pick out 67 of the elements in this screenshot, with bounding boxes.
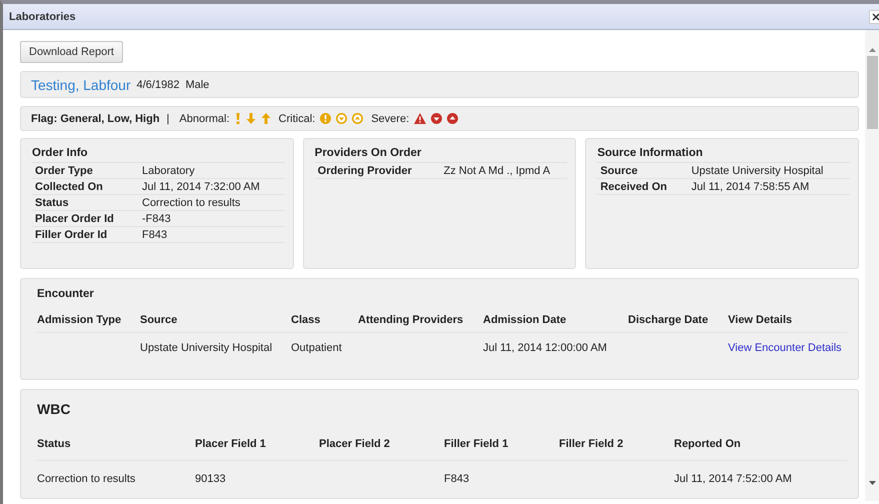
down-circle-icon	[336, 113, 348, 124]
panel-title: Order Info	[32, 147, 285, 163]
field-value: Upstate University Hospital	[691, 165, 824, 177]
column-header: Placer Field 1	[195, 438, 267, 450]
down-circle-icon	[431, 113, 442, 124]
exclamation-circle-icon	[320, 113, 332, 124]
section-title: WBC	[37, 401, 72, 417]
column-header: View Details	[728, 314, 793, 326]
field-label: Filler Order Id	[35, 229, 108, 241]
table-cell: 90133	[195, 473, 226, 485]
scroll-up-icon[interactable]	[868, 48, 876, 52]
scrollbar[interactable]	[865, 30, 879, 501]
column-header: Status	[37, 438, 72, 450]
panel-title: Providers On Order	[314, 147, 568, 163]
field-value: Jul 11, 2014 7:58:55 AM	[691, 181, 810, 193]
field-label: Status	[35, 197, 70, 209]
field-value: Correction to results	[142, 197, 240, 209]
section-title: Encounter	[37, 288, 95, 300]
down-arrow-icon	[246, 113, 256, 124]
column-header: Attending Providers	[358, 314, 464, 326]
column-header: Filler Field 1	[444, 438, 510, 450]
table-cell: Outpatient	[291, 342, 342, 354]
download-report-button[interactable]: Download Report	[20, 41, 123, 63]
close-button[interactable]	[869, 10, 879, 24]
field-value: -F843	[142, 213, 171, 225]
field-label: Received On	[600, 181, 668, 193]
column-header: Placer Field 2	[319, 438, 391, 450]
flag-group-label: Severe:	[371, 112, 410, 124]
birth-date: 4/6/1982	[136, 78, 180, 90]
column-header: Filler Field 2	[559, 438, 624, 450]
column-header: Admission Type	[37, 314, 122, 326]
view-encounter-details-link[interactable]: View Encounter Details	[728, 342, 842, 354]
scrollbar-thumb[interactable]	[866, 56, 878, 129]
column-header: Admission Date	[483, 314, 568, 326]
up-circle-icon	[447, 113, 458, 124]
column-header: Class	[291, 314, 322, 326]
field-value: Jul 11, 2014 7:32:00 AM	[142, 181, 260, 193]
table-cell: Jul 11, 2014 12:00:00 AM	[483, 342, 607, 354]
field-label: Source	[600, 165, 639, 177]
column-header: Source	[140, 314, 178, 326]
table-cell: Upstate University Hospital	[140, 342, 272, 354]
field-label: Placer Order Id	[35, 213, 115, 225]
warning-icon	[414, 113, 426, 124]
exclamation-icon	[234, 113, 241, 124]
window-title: Laboratories	[8, 10, 76, 22]
table-cell: F843	[444, 473, 470, 485]
flag-legend-title: Flag: General, Low, High	[31, 112, 160, 124]
field-label: Collected On	[35, 181, 104, 193]
column-header: Reported On	[674, 438, 742, 450]
column-header: Discharge Date	[628, 314, 710, 326]
patient-name-link[interactable]: Testing, Labfour	[31, 76, 131, 92]
field-value: Zz Not A Md ., Ipmd A	[444, 165, 550, 177]
field-label: Order Type	[35, 165, 94, 177]
field-value: Laboratory	[142, 165, 195, 177]
panel-title: Source Information	[597, 147, 850, 163]
separator: |	[166, 112, 170, 124]
close-icon	[872, 12, 879, 20]
flag-group-label: Critical:	[278, 112, 316, 124]
table-cell: Correction to results	[37, 473, 136, 485]
patient-sex: Male	[185, 78, 210, 90]
flag-group-label: Abnormal:	[179, 112, 230, 124]
field-value: F843	[142, 229, 168, 241]
up-circle-icon	[352, 113, 364, 124]
scroll-down-icon[interactable]	[868, 481, 876, 485]
table-cell: Jul 11, 2014 7:52:00 AM	[674, 473, 792, 485]
field-label: Ordering Provider	[318, 165, 413, 177]
up-arrow-icon	[260, 113, 271, 124]
